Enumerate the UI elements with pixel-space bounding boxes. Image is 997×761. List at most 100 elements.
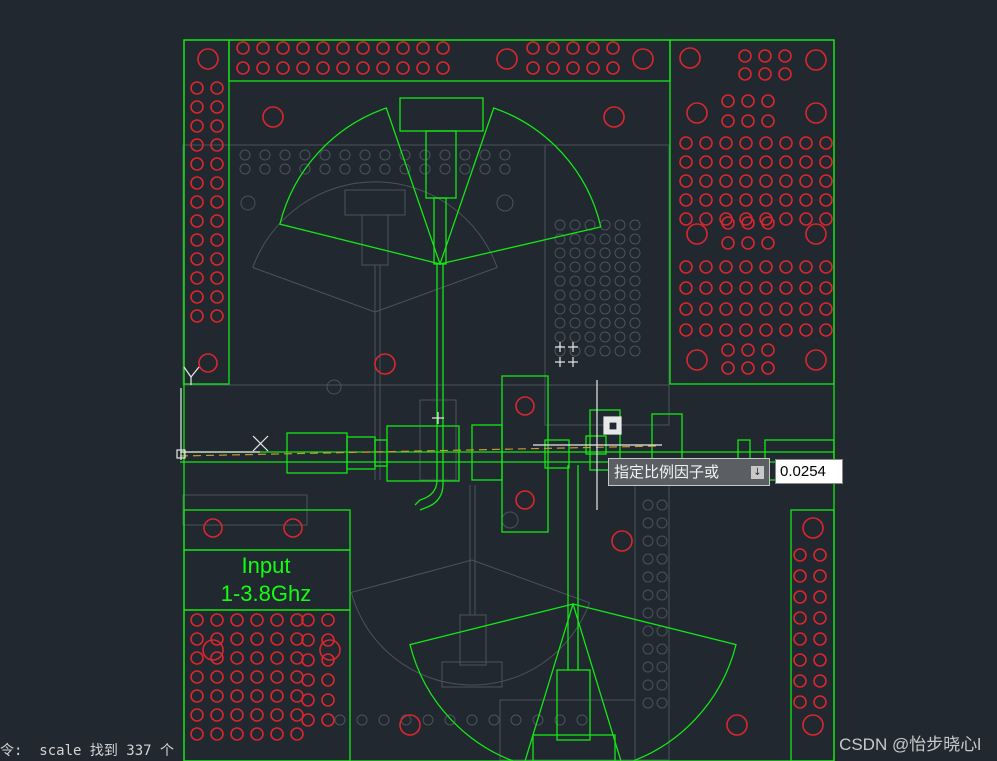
via-hole xyxy=(496,48,518,70)
via-hole xyxy=(721,236,735,250)
scale-factor-input[interactable] xyxy=(775,459,843,484)
via-hole xyxy=(270,651,284,665)
bg-via xyxy=(599,247,611,259)
bg-via xyxy=(319,163,331,175)
via-hole xyxy=(761,216,775,230)
bg-block xyxy=(634,479,670,761)
bg-via xyxy=(554,275,566,287)
via-hole xyxy=(396,61,410,75)
via-hole xyxy=(721,216,735,230)
via-hole xyxy=(813,611,827,625)
via-hole xyxy=(210,613,224,627)
bg-via xyxy=(554,331,566,343)
via-hole xyxy=(759,174,773,188)
bg-via xyxy=(656,661,668,673)
via-hole xyxy=(739,193,753,207)
input-frame-top xyxy=(183,509,351,551)
bg-via xyxy=(479,149,491,161)
via-hole xyxy=(802,714,824,736)
via-hole xyxy=(761,94,775,108)
via-hole xyxy=(699,136,713,150)
via-hole xyxy=(759,136,773,150)
bg-via xyxy=(379,149,391,161)
via-hole xyxy=(719,302,733,316)
via-hole xyxy=(296,61,310,75)
bg-block xyxy=(344,189,406,216)
via-hole xyxy=(270,689,284,703)
bg-via xyxy=(584,317,596,329)
via-hole xyxy=(515,396,535,416)
bg-via xyxy=(629,261,641,273)
bg-via xyxy=(584,275,596,287)
input-frequency-label: Input 1-3.8Ghz xyxy=(212,552,320,608)
bg-via xyxy=(642,607,654,619)
via-hole xyxy=(813,632,827,646)
via-hole xyxy=(356,61,370,75)
via-hole xyxy=(374,353,396,375)
bg-via xyxy=(479,163,491,175)
via-hole xyxy=(321,673,335,687)
via-hole xyxy=(301,633,315,647)
via-hole xyxy=(190,157,204,171)
via-hole xyxy=(819,323,833,337)
bg-via xyxy=(510,714,522,726)
via-hole xyxy=(190,689,204,703)
via-hole xyxy=(813,674,827,688)
via-hole xyxy=(679,302,693,316)
via-hole xyxy=(721,343,735,357)
via-hole xyxy=(799,323,813,337)
bg-via xyxy=(599,331,611,343)
bg-via xyxy=(554,303,566,315)
via-hole xyxy=(819,281,833,295)
via-hole xyxy=(190,708,204,722)
ucs-y-letter xyxy=(183,366,192,378)
bg-via xyxy=(642,535,654,547)
via-hole xyxy=(399,714,421,736)
cad-drawing-canvas[interactable] xyxy=(0,0,997,761)
bg-via xyxy=(642,517,654,529)
bg-via xyxy=(656,517,668,529)
via-hole xyxy=(515,490,535,510)
scale-factor-prompt[interactable]: 指定比例因子或 ↓ xyxy=(608,458,770,486)
bg-via xyxy=(642,679,654,691)
via-hole xyxy=(276,41,290,55)
via-hole xyxy=(197,48,219,70)
bg-via xyxy=(629,317,641,329)
via-hole xyxy=(686,102,708,124)
via-hole xyxy=(301,693,315,707)
bg-via xyxy=(599,233,611,245)
via-hole xyxy=(210,157,224,171)
bg-via xyxy=(554,219,566,231)
bg-via xyxy=(584,345,596,357)
watermark: CSDN @怡步晓心l xyxy=(839,735,981,754)
via-hole xyxy=(739,281,753,295)
bg-via xyxy=(614,219,626,231)
arrow-down-icon[interactable]: ↓ xyxy=(751,466,764,479)
via-hole xyxy=(210,689,224,703)
via-hole xyxy=(526,41,540,55)
bg-via xyxy=(614,303,626,315)
via-hole xyxy=(210,81,224,95)
ucs-y-letter xyxy=(190,366,200,378)
bg-via xyxy=(642,499,654,511)
via-hole xyxy=(250,670,264,684)
via-hole xyxy=(316,61,330,75)
via-hole xyxy=(819,212,833,226)
via-hole xyxy=(819,260,833,274)
via-hole xyxy=(436,61,450,75)
via-hole xyxy=(759,302,773,316)
bg-via xyxy=(378,714,390,726)
via-hole xyxy=(250,613,264,627)
via-hole xyxy=(779,155,793,169)
bg-via xyxy=(656,535,668,547)
via-hole xyxy=(190,214,204,228)
via-hole xyxy=(819,193,833,207)
via-hole xyxy=(799,260,813,274)
via-hole xyxy=(679,281,693,295)
via-hole xyxy=(230,708,244,722)
via-hole xyxy=(210,233,224,247)
bg-via xyxy=(569,303,581,315)
via-hole xyxy=(256,41,270,55)
via-hole xyxy=(336,41,350,55)
bg-via xyxy=(656,697,668,709)
